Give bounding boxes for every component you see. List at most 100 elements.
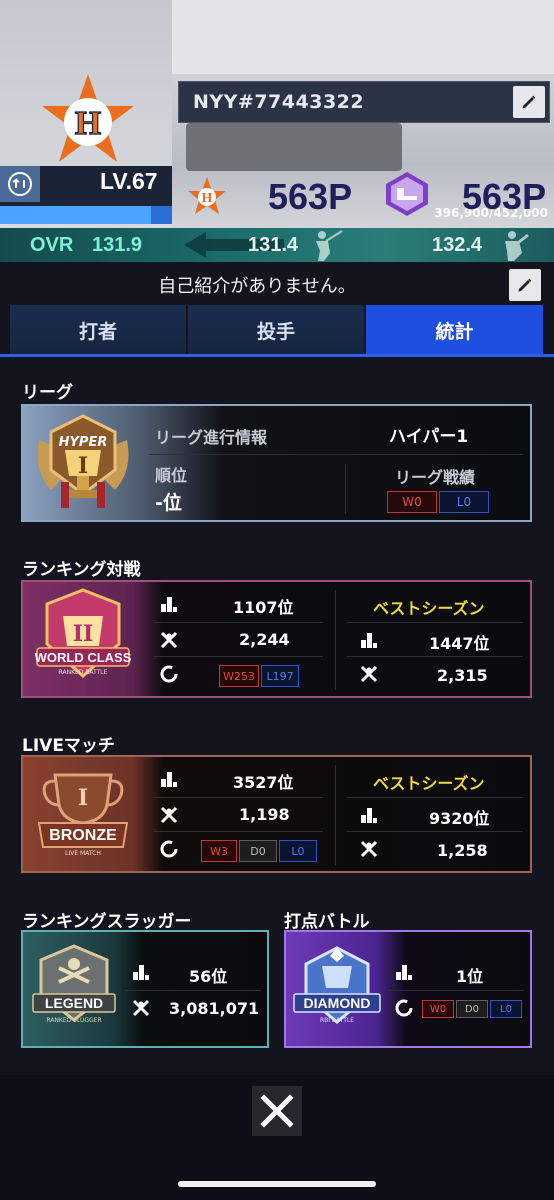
league-section-title: リーグ	[22, 383, 73, 403]
close-button[interactable]	[252, 1086, 302, 1136]
svg-text:H: H	[75, 105, 101, 142]
exp-bar-fill	[0, 206, 152, 224]
rbi-record-wins: W0	[422, 1000, 454, 1018]
team-points: 563P	[268, 176, 353, 217]
ranked-best-season-label: ベストシーズン	[373, 599, 485, 618]
rbi-record-draws: D0	[456, 1000, 488, 1018]
record-circle-icon	[160, 840, 178, 858]
svg-text:H: H	[202, 191, 213, 206]
edit-pencil-icon	[518, 278, 532, 292]
divider	[347, 831, 523, 832]
league-rank-value: -位	[155, 492, 182, 514]
legend-badge-icon: LEGEND RANKED SLUGGER	[32, 944, 116, 1024]
svg-text:LEGEND: LEGEND	[45, 995, 103, 1011]
team-points-icon: H	[186, 175, 228, 217]
live-best-score: 1,258	[437, 841, 488, 860]
divider	[347, 797, 523, 798]
live-match-card[interactable]: I BRONZE LIVE MATCH 3527位 1,198 W3 D0 L0…	[21, 755, 532, 873]
live-section-title: LIVEマッチ	[22, 736, 115, 756]
bronze-badge-icon: I BRONZE LIVE MATCH	[37, 773, 129, 857]
world-class-badge-icon: II WORLD CLASS RANKED BATTLE	[35, 588, 132, 679]
divider	[335, 590, 336, 690]
ranked-slugger-card[interactable]: LEGEND RANKED SLUGGER 56位 3,081,071	[21, 930, 269, 1048]
ovr-label: OVR	[30, 234, 74, 256]
league-progress-label: リーグ進行情報	[155, 428, 268, 447]
pitcher-silhouette-icon	[505, 231, 529, 261]
divider	[149, 454, 523, 455]
league-rank-label: 順位	[155, 466, 188, 485]
svg-text:HYPER: HYPER	[59, 435, 108, 450]
divider	[345, 464, 346, 514]
divider	[347, 622, 523, 623]
ranked-record-wins: W253	[219, 665, 259, 687]
svg-text:DIAMOND: DIAMOND	[304, 995, 371, 1011]
player-id: NYY#77443322	[193, 91, 365, 113]
player-level: LV.67	[100, 168, 158, 194]
edit-name-button[interactable]	[513, 86, 545, 118]
podium-rank-icon	[361, 633, 377, 648]
blurred-nickname	[186, 123, 402, 171]
slugger-rank: 56位	[189, 967, 228, 986]
crossed-bats-icon	[360, 840, 378, 858]
self-introduction: 自己紹介がありません。	[158, 276, 356, 297]
crossed-bats-icon	[132, 999, 150, 1017]
level-up-icon[interactable]	[0, 166, 40, 202]
ranked-best-score: 2,315	[437, 666, 488, 685]
tab-batter[interactable]: 打者	[10, 305, 186, 355]
live-best-season-label: ベストシーズン	[373, 774, 485, 793]
svg-text:RANKED BATTLE: RANKED BATTLE	[59, 669, 108, 676]
live-score: 1,198	[239, 805, 290, 824]
ovr-value: 131.9	[92, 234, 143, 256]
ranked-score: 2,244	[239, 630, 290, 649]
divider	[153, 622, 323, 623]
svg-text:WORLD CLASS: WORLD CLASS	[35, 650, 132, 665]
diamond-badge-icon: DIAMOND RBI BATTLE	[293, 946, 381, 1024]
live-record-wins: W3	[201, 840, 237, 862]
divider	[153, 831, 323, 832]
ranked-rank: 1107位	[233, 598, 294, 617]
edit-pencil-icon	[522, 95, 536, 109]
close-x-icon	[260, 1094, 294, 1128]
record-circle-icon	[395, 999, 413, 1017]
svg-text:I: I	[78, 453, 88, 479]
ranked-section-title: ランキング対戦	[22, 560, 141, 580]
league-record-losses: L0	[439, 491, 489, 513]
podium-rank-icon	[161, 597, 177, 612]
houston-star-logo-icon: H	[38, 72, 138, 168]
divider	[153, 656, 323, 657]
rbi-section-title: 打点バトル	[284, 912, 370, 932]
edit-intro-button[interactable]	[509, 269, 541, 301]
live-record-draws: D0	[239, 840, 277, 862]
tab-pitcher[interactable]: 投手	[188, 305, 364, 355]
ranked-record-losses: L197	[261, 665, 299, 687]
podium-rank-icon	[396, 965, 412, 980]
live-record-losses: L0	[279, 840, 317, 862]
svg-text:LIVE MATCH: LIVE MATCH	[65, 850, 101, 857]
svg-text:BRONZE: BRONZE	[49, 827, 117, 844]
rbi-battle-card[interactable]: DIAMOND RBI BATTLE 1位 W0 D0 L0	[284, 930, 532, 1048]
divider	[388, 990, 524, 991]
player-name-bar: NYY#77443322	[178, 81, 550, 123]
league-points: 563P	[462, 176, 547, 217]
league-record-label: リーグ戦績	[395, 468, 476, 487]
batting-ovr-value: 131.4	[248, 234, 299, 256]
crossed-bats-icon	[160, 631, 178, 649]
podium-rank-icon	[361, 808, 377, 823]
live-rank: 3527位	[233, 773, 294, 792]
svg-text:I: I	[78, 785, 88, 811]
divider	[125, 990, 261, 991]
divider	[347, 656, 523, 657]
tab-stats[interactable]: 統計	[366, 305, 543, 355]
svg-text:RANKED SLUGGER: RANKED SLUGGER	[46, 1017, 101, 1024]
ranked-battle-card[interactable]: II WORLD CLASS RANKED BATTLE 1107位 2,244…	[21, 580, 532, 698]
slugger-score: 3,081,071	[169, 999, 260, 1018]
ranked-best-rank: 1447位	[429, 634, 490, 653]
league-card[interactable]: HYPER I リーグ進行情報 ハイパー1 順位 -位 リーグ戦績 W0 L0	[21, 404, 532, 522]
home-indicator	[178, 1181, 376, 1187]
hyper-league-badge-icon: HYPER I	[37, 414, 129, 508]
live-best-rank: 9320位	[429, 809, 490, 828]
rbi-record-losses: L0	[490, 1000, 522, 1018]
batter-silhouette-icon	[316, 230, 343, 261]
svg-text:II: II	[73, 621, 94, 647]
pitching-ovr-value: 132.4	[432, 234, 483, 256]
